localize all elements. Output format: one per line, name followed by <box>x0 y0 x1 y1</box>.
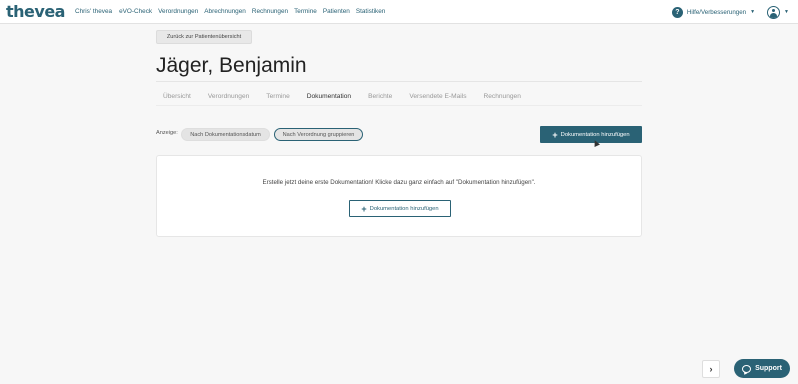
nav-item-chris-thevea[interactable]: Chris' thevea <box>75 8 112 15</box>
tab-verordnungen[interactable]: Verordnungen <box>201 88 256 106</box>
header-right: ? Hilfe/Verbesserungen ▼ ▼ <box>671 0 789 24</box>
tab-termine[interactable]: Termine <box>259 88 296 106</box>
nav-item-verordnungen[interactable]: Verordnungen <box>158 8 198 15</box>
view-mode-label: Anzeige: <box>156 130 178 136</box>
add-documentation-inline-button[interactable]: + Dokumentation hinzufügen <box>349 200 451 217</box>
view-by-date-toggle[interactable]: Nach Dokumentationsdatum <box>181 128 270 141</box>
tab-rechnungen[interactable]: Rechnungen <box>477 88 528 106</box>
chevron-right-icon[interactable]: › <box>702 360 720 378</box>
chevron-down-icon[interactable]: ▼ <box>750 9 755 15</box>
thevea-logo[interactable]: thevea <box>6 0 65 24</box>
empty-state-message: Erstelle jetzt deine erste Dokumentation… <box>262 179 536 186</box>
chevron-down-icon[interactable]: ▼ <box>784 9 789 15</box>
divider <box>156 81 642 82</box>
top-navigation-bar: thevea Chris' thevea eVO-Check Verordnun… <box>0 0 798 24</box>
group-by-prescription-toggle[interactable]: Nach Verordnung gruppieren <box>274 128 363 141</box>
nav-item-patienten[interactable]: Patienten <box>323 8 350 15</box>
tab-berichte[interactable]: Berichte <box>361 88 399 106</box>
patient-tabs: Übersicht Verordnungen Termine Dokumenta… <box>156 88 642 106</box>
plus-icon: + <box>361 203 367 214</box>
nav-item-evo-check[interactable]: eVO-Check <box>119 8 152 15</box>
nav-item-statistiken[interactable]: Statistiken <box>356 8 385 15</box>
support-button[interactable]: Support <box>734 359 790 378</box>
empty-state-card: Erstelle jetzt deine erste Dokumentation… <box>156 155 642 237</box>
help-menu-label[interactable]: Hilfe/Verbesserungen <box>687 9 746 16</box>
page-title: Jäger, Benjamin <box>156 54 307 77</box>
help-icon[interactable]: ? <box>671 6 683 18</box>
add-documentation-inline-label: Dokumentation hinzufügen <box>369 205 439 212</box>
nav-item-termine[interactable]: Termine <box>294 8 317 15</box>
tab-uebersicht[interactable]: Übersicht <box>156 88 198 106</box>
main-nav: Chris' thevea eVO-Check Verordnungen Abr… <box>75 8 391 15</box>
divider <box>156 105 642 106</box>
back-to-patients-button[interactable]: Zurück zur Patientenübersicht <box>156 30 252 44</box>
tab-versendete-emails[interactable]: Versendete E-Mails <box>402 88 473 106</box>
tab-dokumentation[interactable]: Dokumentation <box>299 88 359 106</box>
add-documentation-label: Dokumentation hinzufügen <box>560 131 630 138</box>
support-label: Support <box>755 365 782 372</box>
chat-bubble-icon <box>742 364 752 373</box>
nav-item-abrechnungen[interactable]: Abrechnungen <box>204 8 246 15</box>
plus-icon: + <box>552 129 558 140</box>
user-avatar-icon[interactable] <box>767 5 781 19</box>
nav-item-rechnungen[interactable]: Rechnungen <box>252 8 288 15</box>
add-documentation-button[interactable]: + Dokumentation hinzufügen <box>540 126 642 143</box>
